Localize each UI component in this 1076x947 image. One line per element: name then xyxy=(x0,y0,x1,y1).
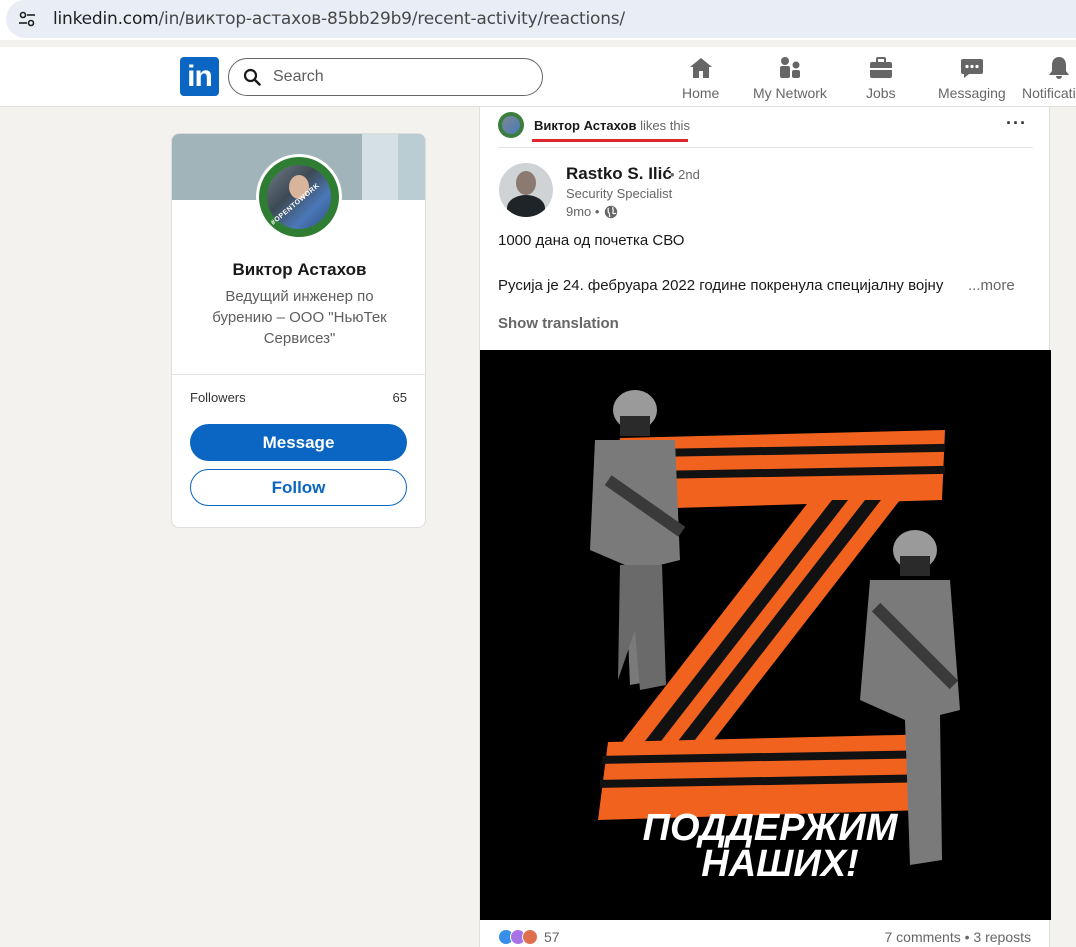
author-avatar[interactable] xyxy=(499,163,553,217)
reactor-avatar[interactable] xyxy=(498,112,524,138)
bell-icon xyxy=(1049,57,1069,79)
linkedin-logo[interactable]: in xyxy=(180,57,219,96)
browser-url-bar: linkedin.com/in/виктор-астахов-85bb29b9/… xyxy=(0,0,1076,40)
address-field[interactable]: linkedin.com/in/виктор-астахов-85bb29b9/… xyxy=(6,0,1076,38)
feed-post: Виктор Астахов likes this ··· Rastko S. … xyxy=(479,107,1051,947)
profile-card: #OPENTOWORK Виктор Астахов Ведущий инжен… xyxy=(171,133,426,528)
url-text[interactable]: linkedin.com/in/виктор-астахов-85bb29b9/… xyxy=(53,9,625,29)
show-translation-button[interactable]: Show translation xyxy=(498,315,619,332)
url-path: /in/виктор-астахов-85bb29b9/recent-activ… xyxy=(158,9,626,29)
love-reaction-icon xyxy=(522,929,538,945)
reactions-count: 57 xyxy=(544,929,560,945)
post-text-line-1: 1000 дана од почетка СВО xyxy=(498,232,685,249)
follow-button[interactable]: Follow xyxy=(190,469,407,506)
briefcase-icon xyxy=(869,57,892,78)
home-icon xyxy=(689,58,712,78)
nav-messaging[interactable]: Messaging xyxy=(938,55,1006,103)
post-image[interactable]: ПОДДЕРЖИМ НАШИХ! xyxy=(480,350,1051,920)
url-host: linkedin.com xyxy=(53,9,159,29)
see-more-link[interactable]: ...more xyxy=(968,277,1015,294)
reactor-line: Виктор Астахов likes this xyxy=(534,118,690,133)
reactor-name[interactable]: Виктор Астахов xyxy=(534,118,636,133)
post-time: 9mo • xyxy=(566,204,618,219)
highlight-underline xyxy=(532,139,688,142)
nav-home-label: Home xyxy=(682,85,720,101)
image-caption-line-2: НАШИХ! xyxy=(701,843,858,885)
nav-jobs-label: Jobs xyxy=(866,85,896,101)
site-settings-icon[interactable] xyxy=(14,6,40,32)
profile-headline: Ведущий инженер по бурению – ООО "НьюТек… xyxy=(212,288,387,347)
divider xyxy=(498,147,1033,148)
connection-degree: • 2nd xyxy=(670,167,700,182)
nav-jobs[interactable]: Jobs xyxy=(866,55,896,103)
reaction-icons xyxy=(498,929,538,945)
post-age: 9mo • xyxy=(566,204,600,219)
nav-my-network[interactable]: My Network xyxy=(753,55,827,103)
followers-label: Followers xyxy=(190,390,246,405)
globe-icon xyxy=(605,205,618,218)
search-box[interactable] xyxy=(228,58,543,96)
profile-avatar[interactable]: #OPENTOWORK xyxy=(256,154,342,240)
post-image-graphic: ПОДДЕРЖИМ НАШИХ! xyxy=(480,350,1051,920)
network-icon xyxy=(779,57,800,78)
message-button[interactable]: Message xyxy=(190,424,407,461)
author-name[interactable]: Rastko S. Ilić xyxy=(566,164,672,184)
search-icon xyxy=(243,68,261,86)
search-input[interactable] xyxy=(273,68,513,86)
chat-icon xyxy=(960,59,983,78)
more-options-icon[interactable]: ··· xyxy=(1006,113,1027,134)
nav-my-network-label: My Network xyxy=(753,85,827,101)
reactor-action: likes this xyxy=(640,118,690,133)
profile-name[interactable]: Виктор Астахов xyxy=(172,260,425,280)
nav-home[interactable]: Home xyxy=(682,55,719,103)
reactions-summary[interactable]: 57 xyxy=(498,929,560,945)
nav-notifications[interactable]: Notifications xyxy=(1022,55,1076,103)
post-text-line-2: Русија је 24. фебруара 2022 године покре… xyxy=(498,277,944,294)
nav-notifications-label: Notifications xyxy=(1022,85,1076,101)
author-title: Security Specialist xyxy=(566,186,673,201)
top-navigation: in Home My Network Jobs xyxy=(0,47,1076,107)
followers-count: 65 xyxy=(392,390,407,405)
nav-messaging-label: Messaging xyxy=(938,85,1006,101)
divider xyxy=(172,374,425,375)
comments-reposts[interactable]: 7 comments • 3 reposts xyxy=(884,929,1031,945)
